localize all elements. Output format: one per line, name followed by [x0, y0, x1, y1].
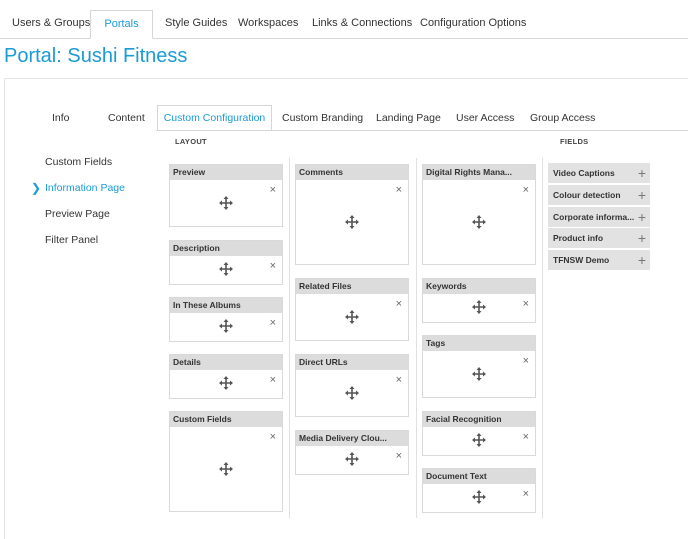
field-label: Video Captions [553, 168, 615, 178]
widget-title: Preview [170, 165, 282, 180]
move-icon[interactable] [345, 386, 359, 400]
layout-widget-keywords[interactable]: Keywords × [422, 278, 536, 323]
layout-widget-related-files[interactable]: Related Files × [295, 278, 409, 341]
layout-widget-document-text[interactable]: Document Text × [422, 468, 536, 513]
field-item-video-captions[interactable]: Video Captions + [548, 163, 650, 183]
widget-title: Facial Recognition [423, 412, 535, 427]
layout-widget-direct-urls[interactable]: Direct URLs × [295, 354, 409, 417]
layout-label: LAYOUT [175, 137, 207, 146]
widget-title: In These Albums [170, 298, 282, 313]
sub-nav-divider [156, 130, 688, 131]
move-icon[interactable] [472, 433, 486, 447]
close-icon[interactable]: × [270, 185, 276, 196]
move-icon[interactable] [219, 319, 233, 333]
close-icon[interactable]: × [270, 261, 276, 272]
chevron-right-icon: ❯ [31, 181, 42, 195]
column-divider [416, 158, 417, 518]
layout-widget-media-delivery-cloud[interactable]: Media Delivery Clou... × [295, 430, 409, 475]
tab-workspaces[interactable]: Workspaces [226, 10, 310, 37]
tab-users-groups[interactable]: Users & Groups [0, 10, 102, 37]
move-icon[interactable] [472, 367, 486, 381]
close-icon[interactable]: × [523, 356, 529, 367]
move-icon[interactable] [219, 196, 233, 210]
tab-group-access[interactable]: Group Access [520, 106, 605, 130]
widget-title: Tags [423, 336, 535, 351]
field-label: Colour detection [553, 190, 621, 200]
layout-widget-digital-rights-management[interactable]: Digital Rights Mana... × [422, 164, 536, 265]
move-icon[interactable] [219, 262, 233, 276]
move-icon[interactable] [219, 462, 233, 476]
fields-label: FIELDS [560, 137, 589, 146]
tab-user-access[interactable]: User Access [446, 106, 524, 130]
layout-widget-tags[interactable]: Tags × [422, 335, 536, 398]
widget-title: Description [170, 241, 282, 256]
field-item-colour-detection[interactable]: Colour detection + [548, 185, 650, 205]
close-icon[interactable]: × [523, 489, 529, 500]
close-icon[interactable]: × [270, 432, 276, 443]
close-icon[interactable]: × [396, 185, 402, 196]
close-icon[interactable]: × [523, 299, 529, 310]
field-item-product-info[interactable]: Product info + [548, 228, 650, 248]
side-item-preview-page[interactable]: Preview Page [45, 208, 110, 220]
sub-nav: Info Content Custom Configuration Custom… [0, 105, 688, 131]
move-icon[interactable] [345, 310, 359, 324]
plus-icon[interactable]: + [638, 185, 646, 205]
plus-icon[interactable]: + [638, 163, 646, 183]
plus-icon[interactable]: + [638, 228, 646, 248]
layout-widget-preview[interactable]: Preview × [169, 164, 283, 227]
tab-landing-page[interactable]: Landing Page [366, 106, 451, 130]
close-icon[interactable]: × [396, 299, 402, 310]
layout-widget-facial-recognition[interactable]: Facial Recognition × [422, 411, 536, 456]
page-title: Portal: Sushi Fitness [4, 45, 188, 67]
field-label: Corporate informa... [553, 212, 635, 222]
layout-widget-description[interactable]: Description × [169, 240, 283, 285]
column-divider [542, 158, 543, 518]
side-item-information-page[interactable]: Information Page [45, 182, 125, 194]
widget-title: Keywords [423, 279, 535, 294]
side-item-filter-panel[interactable]: Filter Panel [45, 234, 98, 246]
field-item-tfnsw-demo[interactable]: TFNSW Demo + [548, 250, 650, 270]
widget-title: Document Text [423, 469, 535, 484]
widget-title: Details [170, 355, 282, 370]
move-icon[interactable] [472, 300, 486, 314]
tab-links-connections[interactable]: Links & Connections [300, 10, 424, 37]
widget-title: Media Delivery Clou... [296, 431, 408, 446]
close-icon[interactable]: × [523, 432, 529, 443]
tab-configuration-options[interactable]: Configuration Options [408, 10, 538, 37]
top-nav: Users & Groups Portals Style Guides Work… [0, 0, 688, 39]
close-icon[interactable]: × [270, 318, 276, 329]
move-icon[interactable] [472, 490, 486, 504]
move-icon[interactable] [345, 215, 359, 229]
field-item-corporate-information[interactable]: Corporate informa... + [548, 207, 650, 227]
close-icon[interactable]: × [396, 375, 402, 386]
widget-title: Comments [296, 165, 408, 180]
move-icon[interactable] [219, 376, 233, 390]
close-icon[interactable]: × [270, 375, 276, 386]
tab-custom-configuration[interactable]: Custom Configuration [157, 105, 272, 131]
tab-portals[interactable]: Portals [90, 10, 153, 39]
close-icon[interactable]: × [523, 185, 529, 196]
field-label: Product info [553, 233, 604, 243]
layout-widget-details[interactable]: Details × [169, 354, 283, 399]
column-divider [289, 158, 290, 518]
tab-info[interactable]: Info [42, 106, 80, 130]
move-icon[interactable] [345, 452, 359, 466]
widget-title: Digital Rights Mana... [423, 165, 535, 180]
widget-title: Custom Fields [170, 412, 282, 427]
tab-content[interactable]: Content [98, 106, 155, 130]
close-icon[interactable]: × [396, 451, 402, 462]
field-label: TFNSW Demo [553, 255, 610, 265]
plus-icon[interactable]: + [638, 207, 646, 227]
plus-icon[interactable]: + [638, 250, 646, 270]
layout-widget-comments[interactable]: Comments × [295, 164, 409, 265]
widget-title: Direct URLs [296, 355, 408, 370]
layout-widget-in-these-albums[interactable]: In These Albums × [169, 297, 283, 342]
layout-widget-custom-fields[interactable]: Custom Fields × [169, 411, 283, 512]
tab-custom-branding[interactable]: Custom Branding [272, 106, 373, 130]
widget-title: Related Files [296, 279, 408, 294]
move-icon[interactable] [472, 215, 486, 229]
side-item-custom-fields[interactable]: Custom Fields [45, 156, 112, 168]
